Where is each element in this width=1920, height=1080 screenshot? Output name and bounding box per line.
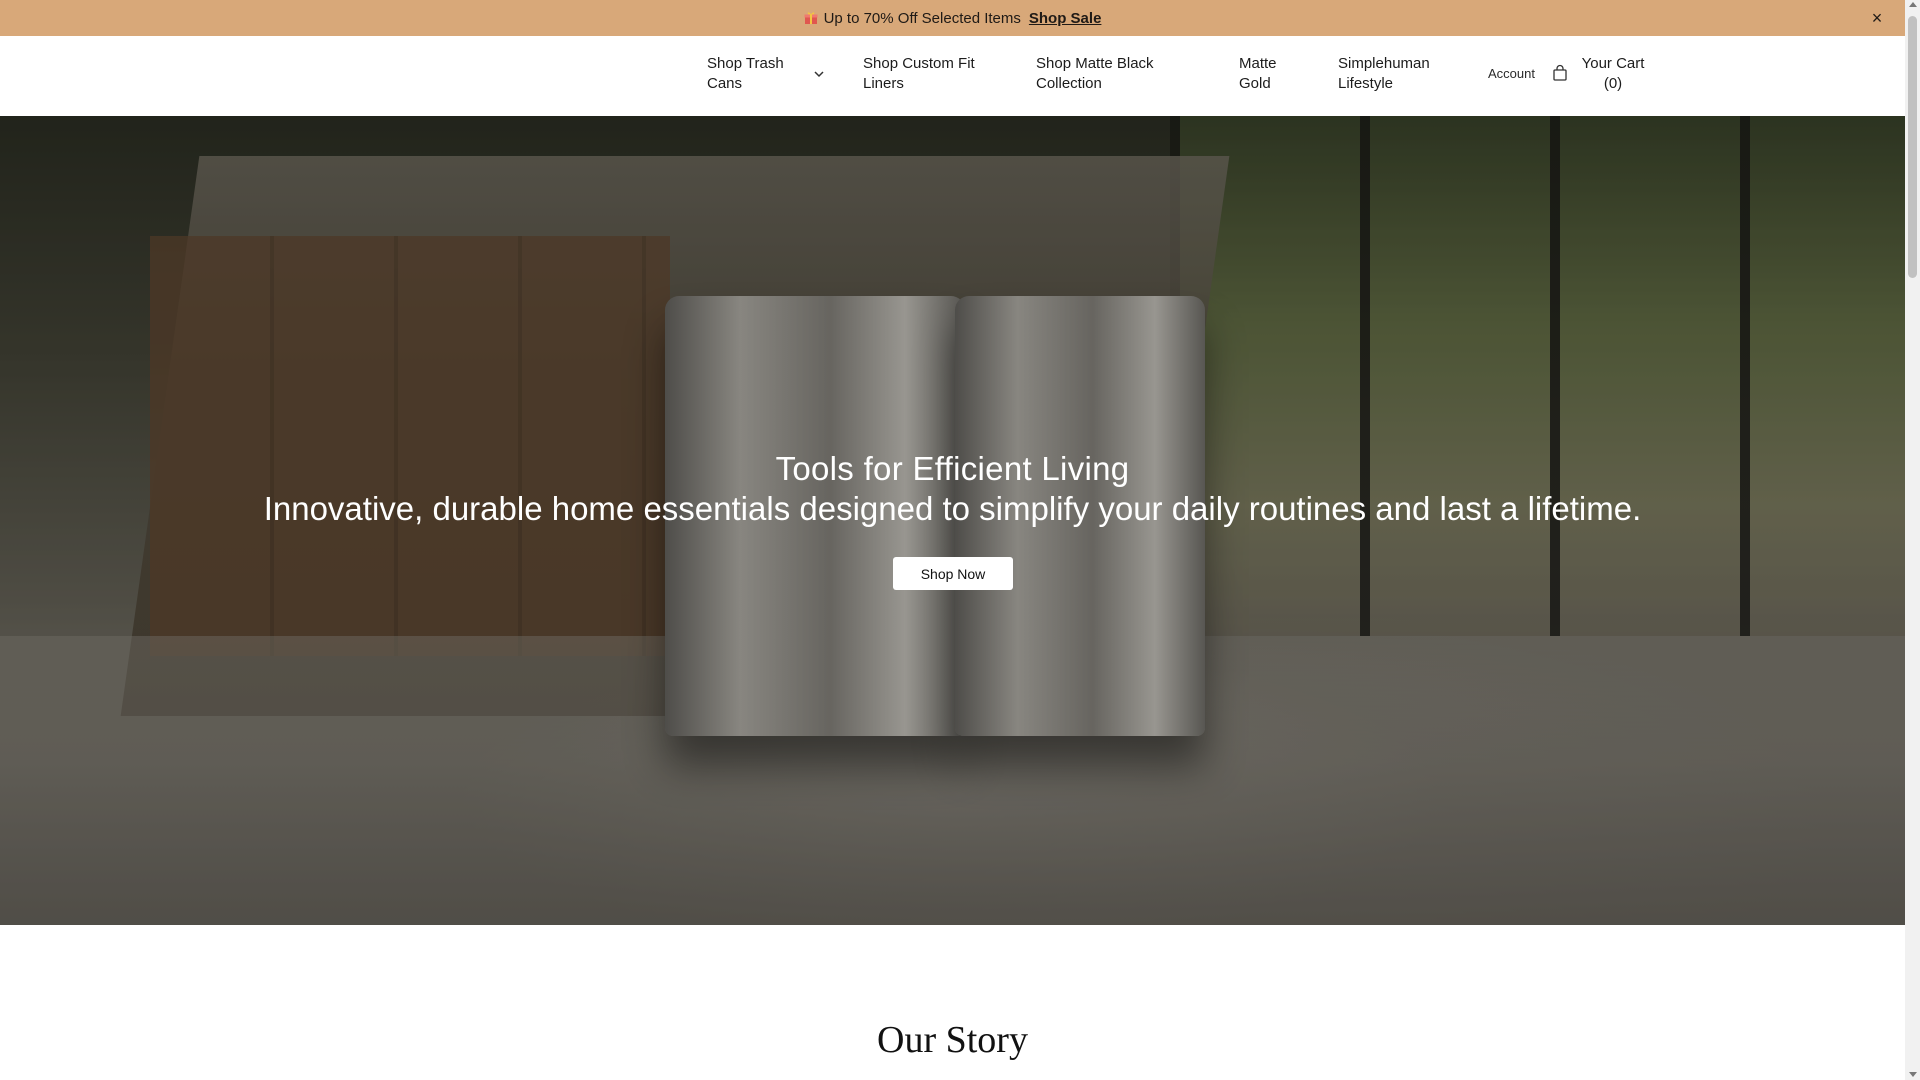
scroll-up-arrow-icon[interactable] [1909,2,1917,7]
announcement-message: Up to 70% Off Selected Items [823,9,1021,27]
shop-now-button[interactable]: Shop Now [893,557,1013,590]
site-header: Shop Trash Cans Shop Custom Fit Liners S… [0,36,1905,117]
scrollbar-thumb[interactable] [1908,16,1917,278]
nav-simplehuman-lifestyle[interactable]: Simplehuman Lifestyle [1338,54,1458,94]
hero-banner: Tools for Efficient Living Innovative, d… [0,116,1905,925]
announcement-bar: Up to 70% Off Selected Items Shop Sale × [0,0,1905,36]
chevron-down-icon[interactable] [812,67,826,81]
scroll-down-arrow-icon[interactable] [1909,1072,1917,1077]
hero-subtitle: Innovative, durable home essentials desi… [263,490,1642,527]
page-scrollbar[interactable] [1905,0,1920,1080]
cart-count: (0) [1603,75,1623,92]
our-story-heading: Our Story [877,1019,1028,1061]
shop-sale-link[interactable]: Shop Sale [1029,10,1102,27]
nav-shop-custom-fit-liners[interactable]: Shop Custom Fit Liners [863,54,1003,94]
hero-title: Tools for Efficient Living [775,450,1130,487]
nav-shop-trash-cans[interactable]: Shop Trash Cans [707,54,807,94]
account-link[interactable]: Account [1488,66,1535,81]
shopping-bag-icon[interactable] [1552,64,1568,82]
nav-shop-matte-black-collection[interactable]: Shop Matte Black Collection [1036,54,1186,94]
cart-label: Your Cart [1581,55,1645,72]
gift-icon [804,11,818,25]
page: Up to 70% Off Selected Items Shop Sale ×… [0,0,1905,1080]
close-icon[interactable]: × [1867,8,1887,28]
cart-link[interactable]: Your Cart (0) [1578,54,1648,94]
nav-matte-gold[interactable]: Matte Gold [1239,54,1299,94]
